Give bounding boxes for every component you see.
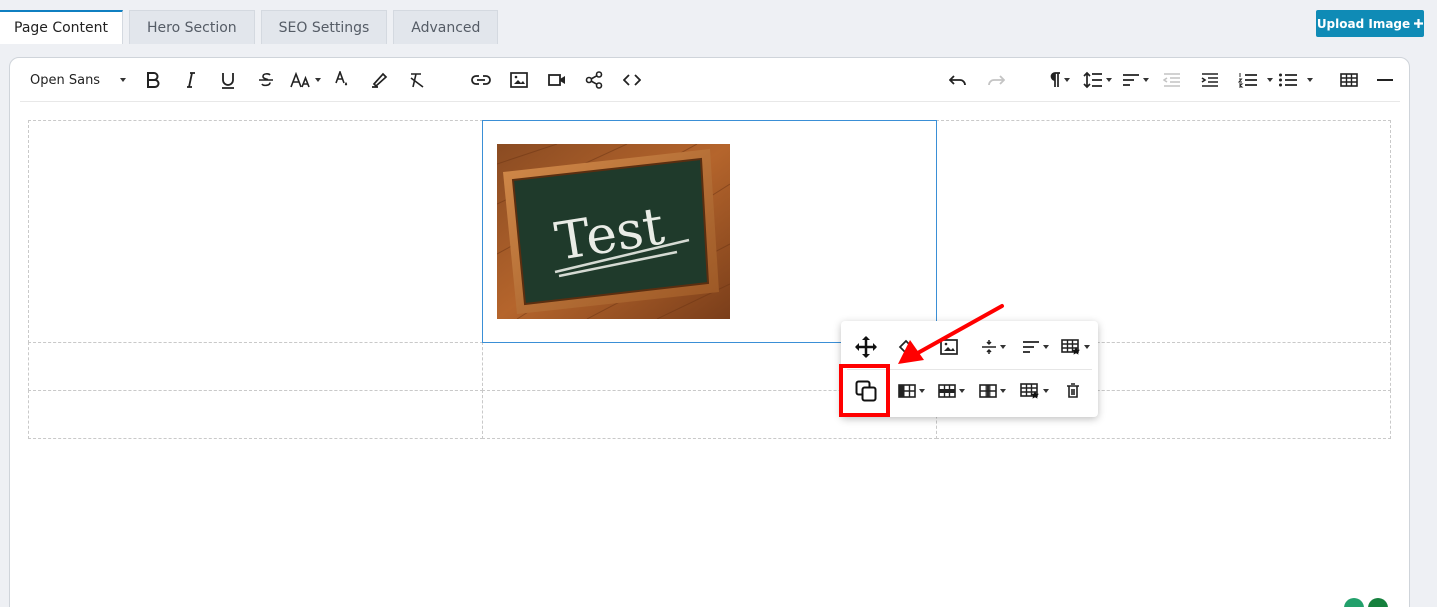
undo-icon[interactable] (946, 68, 970, 92)
ordered-list-icon[interactable] (1236, 68, 1274, 92)
red-arrow-annotation (898, 304, 1004, 364)
tab-seo-settings[interactable]: SEO Settings (260, 10, 388, 44)
column-icon[interactable] (972, 376, 1012, 406)
move-icon[interactable] (849, 332, 883, 362)
font-size-icon[interactable] (288, 68, 322, 92)
italic-icon[interactable] (179, 68, 203, 92)
font-family-dropdown[interactable]: Open Sans (30, 68, 134, 92)
indent-icon[interactable] (1198, 68, 1222, 92)
video-icon[interactable] (545, 68, 569, 92)
upload-image-label: Upload Image (1316, 16, 1411, 31)
highlight-box (839, 364, 890, 417)
image-icon[interactable] (507, 68, 531, 92)
horizontal-line-icon[interactable] (1373, 68, 1397, 92)
upload-image-button[interactable]: Upload Image (1316, 10, 1424, 37)
tab-label: Advanced (411, 19, 481, 36)
tab-label: Hero Section (147, 19, 237, 36)
underline-icon[interactable] (216, 68, 240, 92)
strikethrough-icon[interactable] (254, 68, 278, 92)
table-cell[interactable] (28, 342, 483, 391)
line-height-icon[interactable] (1082, 68, 1112, 92)
tab-hero-section[interactable]: Hero Section (129, 10, 255, 44)
table-cell[interactable] (28, 120, 483, 343)
table-icon[interactable] (1337, 68, 1361, 92)
redo-icon (984, 68, 1008, 92)
editor-toolbar: Open Sans (20, 58, 1400, 102)
tab-label: Page Content (14, 20, 109, 36)
tab-bar: Page Content Hero Section SEO Settings A… (0, 10, 504, 44)
text-color-icon[interactable] (330, 68, 354, 92)
code-view-icon[interactable] (620, 68, 644, 92)
background-color-icon[interactable] (367, 68, 391, 92)
table-cell[interactable] (28, 390, 483, 439)
paragraph-format-icon[interactable] (1046, 68, 1072, 92)
font-family-label: Open Sans (30, 72, 101, 88)
tab-page-content[interactable]: Page Content (0, 10, 124, 44)
horizontal-align-icon[interactable] (1015, 332, 1055, 362)
link-icon[interactable] (469, 68, 493, 92)
plus-icon (1414, 17, 1424, 31)
chalkboard-image[interactable]: Test (496, 143, 731, 320)
delete-icon[interactable] (1056, 376, 1090, 406)
table-style-icon[interactable] (1055, 332, 1095, 362)
unordered-list-icon[interactable] (1276, 68, 1314, 92)
row-icon[interactable] (931, 376, 971, 406)
align-icon[interactable] (1120, 68, 1150, 92)
bold-icon[interactable] (141, 68, 165, 92)
tab-label: SEO Settings (278, 19, 370, 36)
clear-formatting-icon[interactable] (405, 68, 429, 92)
share-icon[interactable] (582, 68, 606, 92)
table-header-icon[interactable] (891, 376, 931, 406)
tab-advanced[interactable]: Advanced (393, 10, 499, 44)
grammar-assistant-icon[interactable] (1340, 596, 1390, 607)
chevron-down-icon (120, 78, 127, 82)
cell-style-icon[interactable] (1014, 376, 1054, 406)
outdent-icon (1160, 68, 1184, 92)
